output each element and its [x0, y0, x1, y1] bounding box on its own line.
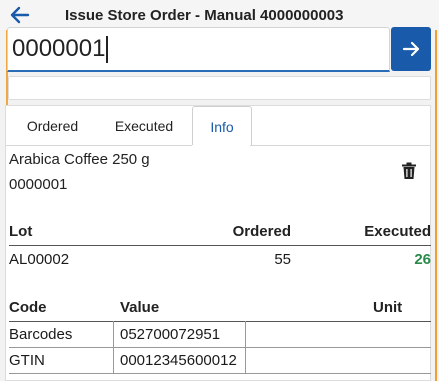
lot-cell: AL00002 [9, 251, 70, 268]
table-row: GTIN 00012345600012 [9, 349, 431, 373]
col-header-value: Value [120, 299, 160, 316]
trash-icon [402, 162, 416, 179]
value-cell: 052700072951 [120, 326, 221, 343]
scan-input[interactable]: 0000001 [7, 27, 390, 72]
scan-input-value: 0000001 [12, 35, 106, 62]
table-header-row: Lot Ordered Executed [9, 220, 431, 244]
product-name: Arabica Coffee 250 g [9, 151, 150, 168]
value-cell: 00012345600012 [120, 352, 237, 369]
column-divider [245, 321, 246, 374]
col-header-executed: Executed [364, 223, 431, 240]
decor-line-right [435, 0, 437, 381]
text-caret [106, 35, 108, 63]
lots-table: Lot Ordered Executed AL00002 55 26 [9, 220, 431, 272]
tab-ordered[interactable]: Ordered [8, 106, 97, 146]
tab-divider-gap [192, 145, 250, 146]
details-panel: Ordered Executed Info Arabica Coffee 250… [5, 105, 431, 381]
product-code: 0000001 [9, 176, 68, 193]
executed-cell: 26 [414, 251, 431, 268]
arrow-right-icon [402, 41, 420, 57]
scan-row: 0000001 [7, 27, 431, 73]
tab-bar: Ordered Executed Info [8, 106, 252, 146]
col-header-code: Code [9, 299, 47, 316]
tab-info[interactable]: Info [192, 106, 252, 146]
message-bar [8, 76, 431, 100]
submit-button[interactable] [391, 27, 431, 71]
page-title: Issue Store Order - Manual 4000000003 [65, 6, 344, 24]
col-header-ordered: Ordered [232, 223, 291, 240]
col-header-unit: Unit [373, 299, 403, 316]
table-header-row: Code Value Unit [9, 296, 431, 320]
back-button[interactable] [0, 0, 40, 30]
app-header: Issue Store Order - Manual 4000000003 [0, 0, 439, 30]
codes-table: Code Value Unit Barcodes 052700072951 GT… [9, 296, 431, 380]
ordered-cell: 55 [274, 251, 291, 268]
code-cell: Barcodes [9, 326, 73, 343]
arrow-left-icon [10, 6, 30, 24]
row-divider [9, 373, 431, 374]
table-row: AL00002 55 26 [9, 248, 431, 272]
table-row: Barcodes 052700072951 [9, 323, 431, 347]
row-divider [9, 347, 431, 348]
column-divider [113, 321, 114, 374]
header-divider [9, 321, 431, 322]
header-divider [9, 245, 431, 246]
code-cell: GTIN [9, 352, 45, 369]
tab-executed[interactable]: Executed [97, 106, 191, 146]
delete-button[interactable] [401, 162, 417, 180]
col-header-lot: Lot [9, 223, 33, 240]
